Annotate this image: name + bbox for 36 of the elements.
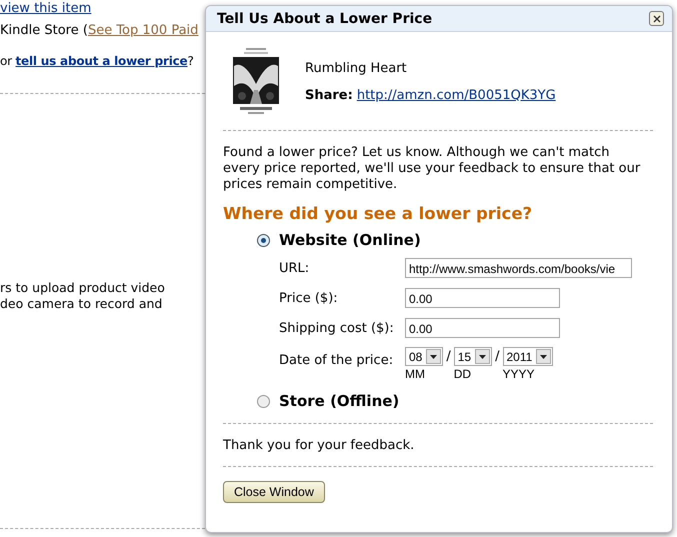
share-label: Share:	[305, 88, 353, 103]
question-mark: ?	[187, 54, 194, 68]
description-text: rs to upload product video	[0, 280, 165, 296]
radio-button[interactable]	[257, 394, 270, 408]
input-field[interactable]: 0.00	[405, 318, 560, 338]
date-select[interactable]: 15	[454, 347, 492, 366]
product-title: Rumbling Heart	[305, 61, 408, 76]
or-text: or	[0, 54, 12, 68]
dialog-title: Tell Us About a Lower Price	[217, 10, 432, 26]
field-label: Shipping cost ($):	[279, 320, 395, 336]
option-label: Website (Online)	[279, 231, 421, 249]
close-icon	[652, 14, 660, 22]
top-100-link[interactable]: See Top 100 Paid	[88, 23, 198, 38]
thanks-text: Thank you for your feedback.	[223, 438, 416, 453]
date-separator: /	[446, 348, 451, 366]
date-caption: YYYY	[502, 367, 536, 381]
lower-price-link[interactable]: tell us about a lower price	[16, 54, 188, 68]
close-window-button[interactable]: Close Window	[223, 481, 325, 503]
field-label: URL:	[279, 260, 310, 276]
option-label: Store (Offline)	[279, 392, 400, 410]
intro-text: Found a lower price? Let us know. Although we can't match every price reported, we'll use your feedback to ensure that our prices remain competitive.	[223, 145, 642, 193]
date-separator: /	[495, 348, 500, 366]
date-select[interactable]: 2011	[502, 347, 554, 366]
field-label: Price ($):	[279, 290, 339, 306]
radio-button[interactable]	[257, 234, 270, 246]
store-text: Kindle Store (	[0, 23, 88, 38]
close-button[interactable]	[649, 11, 664, 26]
question-heading: Where did you see a lower price?	[223, 204, 534, 223]
input-field[interactable]: 0.00	[405, 288, 560, 308]
input-field[interactable]: http://www.smashwords.com/books/vie	[405, 258, 632, 278]
date-caption: DD	[454, 367, 472, 381]
date-select[interactable]: 08	[405, 347, 444, 366]
description-text: deo camera to record and	[0, 296, 162, 312]
share-link[interactable]: http://amzn.com/B0051QK3YG	[356, 88, 556, 103]
date-caption: MM	[405, 367, 426, 381]
field-label: Date of the price:	[279, 353, 394, 368]
